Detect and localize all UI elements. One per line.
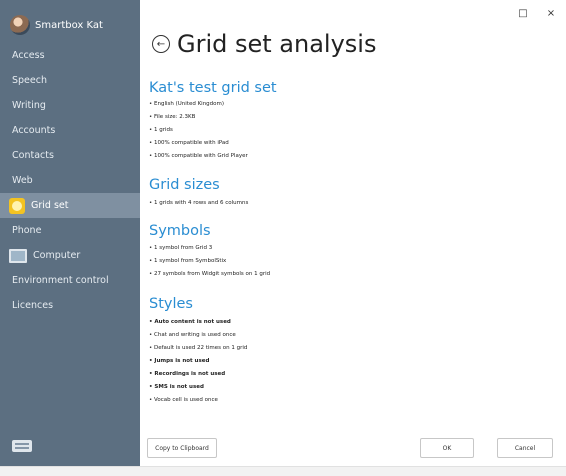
sidebar-item-licences[interactable]: Licences [0,293,140,318]
sidebar-item-label: Licences [12,300,54,311]
sidebar-item-accounts[interactable]: Accounts [0,118,140,143]
sidebar-item-speech[interactable]: Speech [0,68,140,93]
list-item: • Chat and writing is used once [149,332,236,338]
sidebar-item-contacts[interactable]: Contacts [0,143,140,168]
list-item: • 1 grids [149,127,173,133]
keyboard-icon[interactable] [12,440,32,452]
list-item: • File size: 2.3KB [149,114,196,120]
list-item: • 100% compatible with iPad [149,140,229,146]
list-item: • Recordings is not used [149,371,226,377]
sidebar-item-access[interactable]: Access [0,43,140,68]
sidebar-item-label: Contacts [12,150,54,161]
sidebar-item-web[interactable]: Web [0,168,140,193]
computer-monitor-icon [9,248,27,263]
sidebar-item-label: Phone [12,225,42,236]
sidebar-item-computer[interactable]: Computer [0,243,140,268]
sidebar-item-grid-set[interactable]: Grid set [0,193,140,218]
list-item: • 27 symbols from Widgit symbols on 1 gr… [149,271,271,277]
avatar [10,15,30,35]
main-content: □ × ← Grid set analysis Kat's test grid … [140,0,566,466]
sidebar: Smartbox Kat Access Speech Writing Accou… [0,0,140,466]
list-item: • SMS is not used [149,384,204,390]
sidebar-item-label: Web [12,175,33,186]
sidebar-item-label: Environment control [12,275,109,286]
list-item: • 100% compatible with Grid Player [149,153,248,159]
close-button[interactable]: × [542,6,560,22]
page-title: ← Grid set analysis [152,30,376,58]
list-item: • English (United Kingdom) [149,101,225,107]
sidebar-item-label: Speech [12,75,47,86]
sidebar-item-label: Grid set [31,200,69,211]
list-item: • Auto content is not used [149,319,231,325]
list-item: • Vocab cell is used once [149,397,218,403]
sidebar-item-label: Access [12,50,45,61]
sidebar-item-label: Writing [12,100,46,111]
ok-button[interactable]: OK [420,438,474,458]
page-title-text: Grid set analysis [177,30,377,58]
sidebar-item-label: Accounts [12,125,56,136]
back-arrow-icon[interactable]: ← [152,35,170,53]
sidebar-item-writing[interactable]: Writing [0,93,140,118]
grid-set-analysis-window: Smartbox Kat Access Speech Writing Accou… [0,0,566,466]
user-profile[interactable]: Smartbox Kat [10,14,103,36]
section-heading-grid-set: Kat's test grid set [149,80,277,96]
sidebar-item-phone[interactable]: Phone [0,218,140,243]
sidebar-item-label: Computer [33,250,81,261]
list-item: • Default is used 22 times on 1 grid [149,345,248,351]
cancel-button[interactable]: Cancel [497,438,553,458]
copy-to-clipboard-button[interactable]: Copy to Clipboard [147,438,217,458]
section-heading-symbols: Symbols [149,223,211,239]
user-name: Smartbox Kat [35,19,103,31]
smiley-icon [9,197,25,214]
sidebar-item-environment-control[interactable]: Environment control [0,268,140,293]
list-item: • Jumps is not used [149,358,210,364]
list-item: • 1 grids with 4 rows and 6 columns [149,200,249,206]
list-item: • 1 symbol from SymbolStix [149,258,227,264]
section-heading-grid-sizes: Grid sizes [149,177,220,193]
maximize-button[interactable]: □ [514,6,532,22]
section-heading-styles: Styles [149,296,193,312]
list-item: • 1 symbol from Grid 3 [149,245,213,251]
